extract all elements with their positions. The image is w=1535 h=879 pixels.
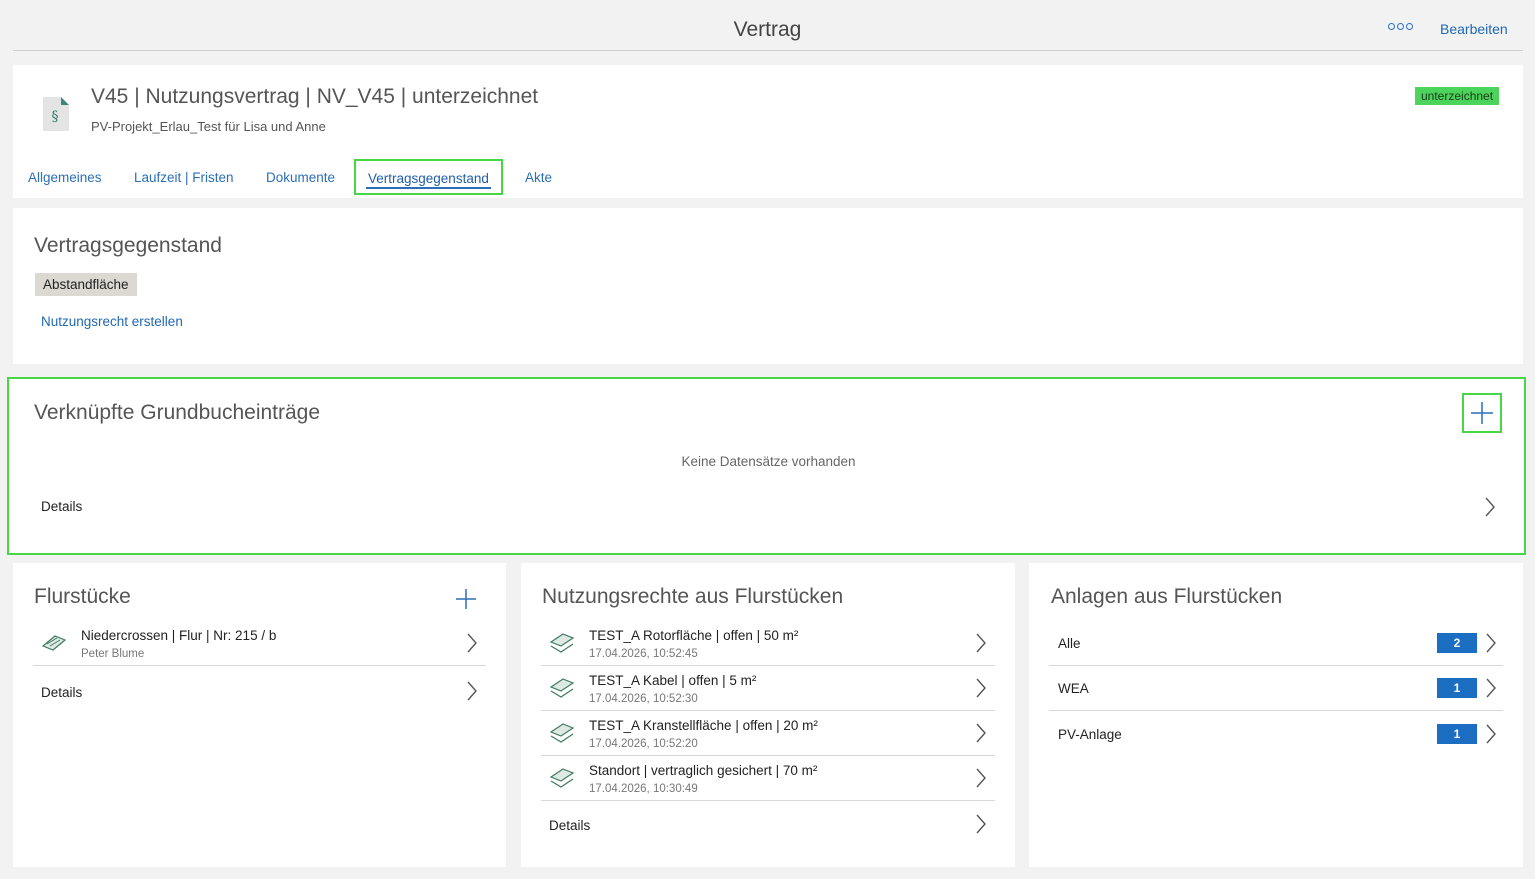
plus-icon bbox=[1471, 402, 1493, 424]
nutzungsrecht-row[interactable]: TEST_A Kranstellfläche | offen | 20 m² 1… bbox=[541, 711, 995, 756]
tab-allgemeines[interactable]: Allgemeines bbox=[28, 161, 102, 195]
tab-akte[interactable]: Akte bbox=[525, 161, 552, 195]
contract-subtitle: PV-Projekt_Erlau_Test für Lisa und Anne bbox=[91, 119, 326, 134]
nutzungsrecht-row[interactable]: Standort | vertraglich gesichert | 70 m²… bbox=[541, 756, 995, 801]
chevron-right-icon bbox=[976, 633, 986, 653]
chevron-right-icon[interactable] bbox=[1484, 496, 1496, 518]
section-title-grundbuch: Verknüpfte Grundbucheinträge bbox=[34, 401, 321, 424]
nutzungsrecht-icon bbox=[549, 678, 575, 698]
nutzungsrecht-title: TEST_A Kranstellfläche | offen | 20 m² bbox=[589, 718, 818, 733]
chevron-right-icon bbox=[976, 723, 986, 743]
count-badge: 1 bbox=[1437, 678, 1477, 698]
flurstuecke-card: Flurstücke Niedercrossen | Flur | Nr: 21… bbox=[13, 563, 506, 867]
status-badge: unterzeichnet bbox=[1415, 87, 1500, 105]
contract-title: V45 | Nutzungsvertrag | NV_V45 | unterze… bbox=[91, 85, 539, 108]
edit-button[interactable]: Bearbeiten bbox=[1440, 21, 1508, 37]
tab-dokumente[interactable]: Dokumente bbox=[266, 161, 335, 195]
section-title-nutzungsrechte: Nutzungsrechte aus Flurstücken bbox=[542, 585, 844, 608]
page-title: Vertrag bbox=[733, 18, 802, 41]
more-options-icon[interactable] bbox=[1388, 23, 1413, 30]
nutzungsrechte-card: Nutzungsrechte aus Flurstücken TEST_A Ro… bbox=[521, 563, 1015, 867]
nutzungsrecht-timestamp: 17.04.2026, 10:52:20 bbox=[589, 738, 698, 750]
contract-header-card: § V45 | Nutzungsvertrag | NV_V45 | unter… bbox=[13, 65, 1523, 198]
contract-document-icon: § bbox=[43, 97, 69, 136]
chevron-right-icon bbox=[1486, 724, 1496, 744]
section-title-vertragsgegenstand: Vertragsgegenstand bbox=[34, 234, 222, 257]
anlagen-row-alle[interactable]: Alle 2 bbox=[1049, 621, 1503, 666]
chevron-right-icon bbox=[1486, 633, 1496, 653]
nutzungsrecht-timestamp: 17.04.2026, 10:52:30 bbox=[589, 693, 698, 705]
flurstueck-owner: Peter Blume bbox=[81, 648, 145, 660]
chevron-right-icon bbox=[467, 633, 477, 653]
section-title-flurstuecke: Flurstücke bbox=[34, 585, 131, 608]
nutzungsrecht-row[interactable]: TEST_A Rotorfläche | offen | 50 m² 17.04… bbox=[541, 621, 995, 666]
flurstueck-title: Niedercrossen | Flur | Nr: 215 / b bbox=[81, 628, 277, 643]
nutzungsrecht-title: TEST_A Rotorfläche | offen | 50 m² bbox=[589, 628, 799, 643]
details-label: Details bbox=[41, 685, 83, 700]
tab-vertragsgegenstand[interactable]: Vertragsgegenstand bbox=[354, 159, 503, 195]
vertragsgegenstand-card: Vertragsgegenstand Abstandfläche Nutzung… bbox=[13, 208, 1523, 364]
nutzungsrechte-details-row[interactable]: Details bbox=[541, 801, 995, 845]
anlagen-label: Alle bbox=[1058, 636, 1081, 651]
add-flurstueck-plus-icon[interactable] bbox=[455, 588, 477, 610]
anlagen-row-pv-anlage[interactable]: PV-Anlage 1 bbox=[1049, 711, 1503, 755]
svg-text:§: § bbox=[52, 109, 59, 125]
nutzungsrecht-timestamp: 17.04.2026, 10:52:45 bbox=[589, 648, 698, 660]
grundbuch-card: Verknüpfte Grundbucheinträge Keine Daten… bbox=[7, 377, 1526, 555]
parcel-icon bbox=[41, 635, 67, 651]
anlagen-label: PV-Anlage bbox=[1058, 727, 1122, 742]
add-grundbuch-button[interactable] bbox=[1462, 393, 1502, 433]
details-label: Details bbox=[549, 818, 591, 833]
chevron-right-icon bbox=[976, 814, 986, 834]
anlagen-card: Anlagen aus Flurstücken Alle 2 WEA 1 PV-… bbox=[1029, 563, 1523, 867]
vertragsgegenstand-chip: Abstandfläche bbox=[35, 273, 137, 296]
section-title-anlagen: Anlagen aus Flurstücken bbox=[1051, 585, 1283, 608]
nutzungsrecht-title: Standort | vertraglich gesichert | 70 m² bbox=[589, 763, 818, 778]
chevron-right-icon bbox=[976, 768, 986, 788]
grundbuch-details-link[interactable]: Details bbox=[41, 499, 82, 514]
flurstuecke-details-row[interactable]: Details bbox=[33, 666, 486, 710]
nutzungsrecht-title: TEST_A Kabel | offen | 5 m² bbox=[589, 673, 757, 688]
empty-state-text: Keine Datensätze vorhanden bbox=[681, 454, 856, 469]
create-nutzungsrecht-link[interactable]: Nutzungsrecht erstellen bbox=[41, 314, 183, 329]
anlagen-label: WEA bbox=[1058, 681, 1089, 696]
count-badge: 2 bbox=[1437, 633, 1477, 653]
flurstueck-row[interactable]: Niedercrossen | Flur | Nr: 215 / b Peter… bbox=[33, 621, 486, 666]
tab-laufzeit-fristen[interactable]: Laufzeit | Fristen bbox=[134, 161, 234, 195]
nutzungsrecht-timestamp: 17.04.2026, 10:30:49 bbox=[589, 783, 698, 795]
nutzungsrecht-icon bbox=[549, 768, 575, 788]
nutzungsrecht-icon bbox=[549, 723, 575, 743]
top-bar: Vertrag Bearbeiten bbox=[0, 0, 1535, 60]
chevron-right-icon bbox=[1486, 678, 1496, 698]
top-divider bbox=[13, 50, 1523, 51]
nutzungsrecht-icon bbox=[549, 633, 575, 653]
count-badge: 1 bbox=[1437, 724, 1477, 744]
nutzungsrecht-row[interactable]: TEST_A Kabel | offen | 5 m² 17.04.2026, … bbox=[541, 666, 995, 711]
chevron-right-icon bbox=[976, 678, 986, 698]
chevron-right-icon bbox=[467, 681, 477, 701]
anlagen-row-wea[interactable]: WEA 1 bbox=[1049, 666, 1503, 711]
